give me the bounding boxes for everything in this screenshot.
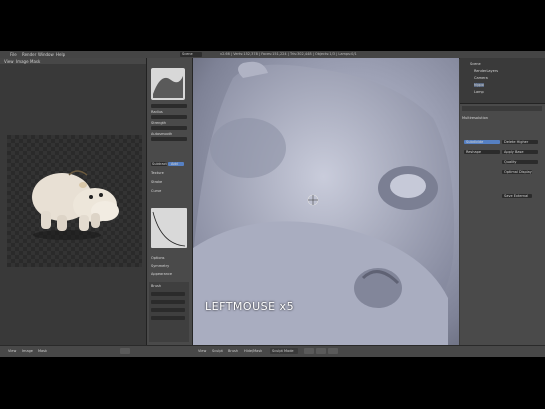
mode-selector[interactable]: Sculpt Mode (270, 348, 298, 354)
save-external-button[interactable]: Save External (502, 194, 532, 198)
delete-higher-button[interactable]: Delete Higher (502, 140, 538, 144)
scene-statistics: v2.66 | Verts:152,378 | Faces:151,224 | … (220, 52, 357, 56)
image-menu-mask[interactable]: Mask (30, 59, 40, 64)
render-preview (7, 135, 142, 267)
modifier-header[interactable]: Multiresolution (462, 116, 488, 120)
viewport-menu-hide-mask[interactable]: Hide/Mask (244, 349, 262, 353)
radius-label: Radius (151, 110, 163, 114)
operator-title: Brush (151, 284, 162, 288)
menu-render[interactable]: Render (22, 52, 36, 57)
brush-name-field[interactable] (151, 104, 187, 108)
section-options[interactable]: Options (151, 256, 165, 260)
section-texture[interactable]: Texture (151, 171, 164, 175)
quality-field[interactable]: Quality (502, 160, 538, 164)
operator-field[interactable] (151, 316, 185, 320)
menu-help[interactable]: Help (56, 52, 65, 57)
image-editor-header: View Image Mask (0, 58, 146, 64)
viewport-menu-view[interactable]: View (198, 349, 206, 353)
outliner-item[interactable]: Camera (474, 76, 488, 80)
curve-graph (152, 211, 186, 247)
brush-preview[interactable] (151, 68, 185, 100)
outliner-item[interactable]: RenderLayers (474, 69, 498, 73)
outliner-panel[interactable]: Scene RenderLayers Camera hippo Lamp (460, 58, 545, 104)
strength-label: Strength (151, 121, 167, 125)
letterbox-top (0, 0, 545, 51)
layers-button[interactable] (328, 348, 338, 354)
shading-button[interactable] (304, 348, 314, 354)
viewport-menu-brush[interactable]: Brush (228, 349, 238, 353)
optimal-display-checkbox[interactable]: Optimal Display (502, 170, 532, 174)
strength-slider[interactable] (151, 126, 187, 130)
outliner-item[interactable]: Scene (470, 62, 481, 66)
bottom-menu-mask[interactable]: Mask (38, 349, 47, 353)
image-menu-image[interactable]: Image (16, 59, 29, 64)
pivot-button[interactable] (316, 348, 326, 354)
keypress-overlay: LEFTMOUSE x5 (205, 300, 295, 313)
viewport-menu-sculpt[interactable]: Sculpt (212, 349, 223, 353)
falloff-curve-widget[interactable] (151, 208, 187, 248)
operator-field[interactable] (151, 308, 185, 312)
reshape-button[interactable]: Reshape (464, 150, 500, 154)
hippo-render-image (32, 170, 119, 240)
scene-selector[interactable]: Scene (180, 52, 202, 57)
section-symmetry[interactable]: Symmetry (151, 264, 169, 268)
outliner-item[interactable]: Lamp (474, 90, 484, 94)
autosmooth-slider[interactable] (151, 137, 187, 141)
add-button[interactable]: Add (168, 162, 184, 166)
operator-panel: Brush (149, 282, 189, 342)
subdivide-button[interactable]: Subdivide (464, 140, 500, 144)
section-curve[interactable]: Curve (151, 189, 161, 193)
autosmooth-label: Autosmooth (151, 132, 173, 136)
radius-slider[interactable] (151, 115, 187, 119)
brush-icon (153, 76, 183, 98)
image-menu-view[interactable]: View (4, 59, 14, 64)
image-browse-button[interactable] (120, 348, 130, 354)
operator-field[interactable] (151, 300, 185, 304)
apply-base-button[interactable]: Apply Base (502, 150, 538, 154)
bottom-menu-view[interactable]: View (8, 349, 16, 353)
menu-window[interactable]: Window (38, 52, 54, 57)
properties-panel[interactable]: Multiresolution Subdivide Delete Higher … (460, 104, 545, 345)
operator-field[interactable] (151, 292, 185, 296)
section-appearance[interactable]: Appearance (151, 272, 172, 276)
properties-tabs[interactable] (462, 106, 542, 111)
letterbox-bottom (0, 357, 545, 409)
bottom-menu-image[interactable]: Image (22, 349, 33, 353)
outliner-item-selected[interactable]: hippo (474, 83, 484, 87)
subtract-button[interactable]: Subtract (151, 162, 167, 166)
menu-file[interactable]: File (10, 52, 17, 57)
tool-shelf[interactable]: Radius Strength Autosmooth Subtract Add … (147, 58, 193, 345)
section-stroke[interactable]: Stroke (151, 180, 162, 184)
